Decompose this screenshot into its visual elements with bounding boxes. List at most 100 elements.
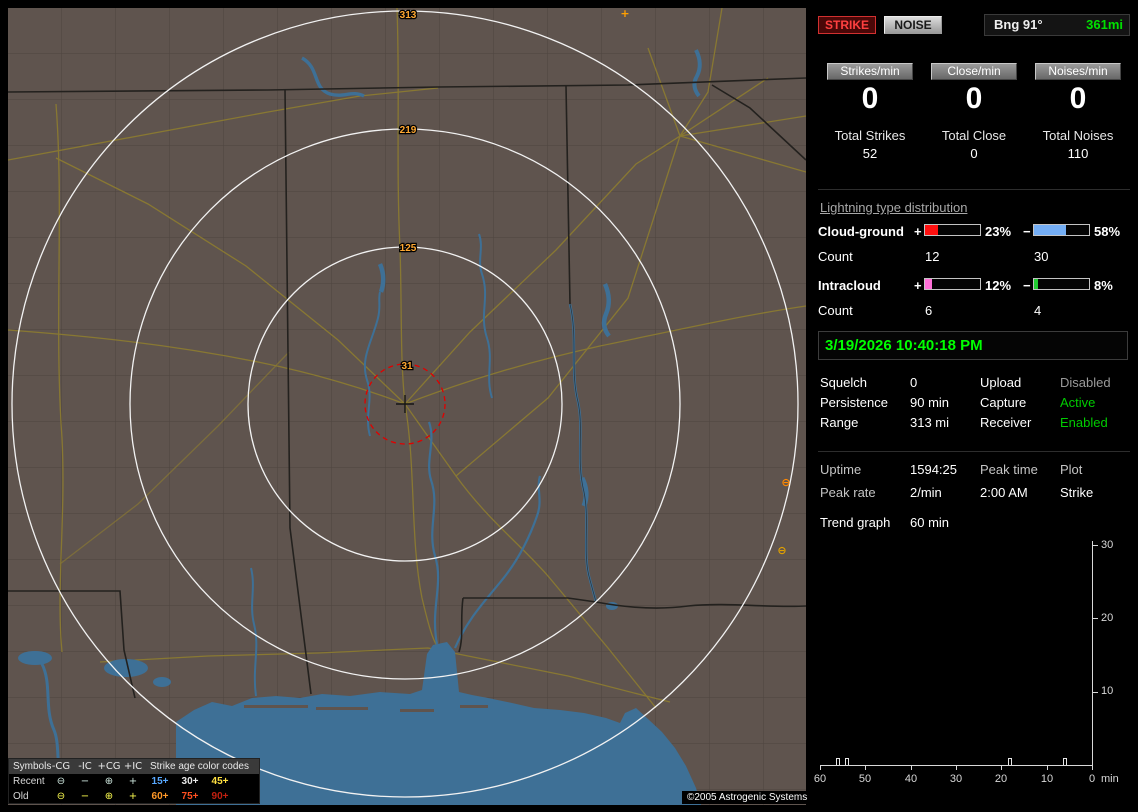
range-ring-label-313: 313 [400,10,417,21]
age-15: 15+ [151,775,169,787]
settings-row-squelch: Squelch 0 Upload Disabled [818,375,1130,391]
trend-spike [845,757,850,765]
age-45: 45+ [211,775,229,787]
legend-col-neg-cg: -CG [51,760,71,772]
total-close-label: Total Close [941,128,1007,143]
cg-count-label: Count [818,249,853,264]
x-label-20: 20 [994,773,1008,785]
strike-marker: ⊖ [781,476,790,489]
legend-header-row: Symbols -CG -IC +CG +IC Strike age color… [9,759,259,774]
y-tick-30 [1093,545,1098,546]
divider [818,189,1130,190]
capture-value: Active [1060,395,1096,410]
x-unit-label: min [1101,773,1119,785]
map-canvas[interactable]: 313 219 125 31 + ⊖ ⊖ [8,8,806,805]
timestamp-display: 3/19/2026 10:40:18 PM [818,331,1128,360]
total-noises-value: 110 [1067,146,1089,161]
x-tick-0 [1092,766,1093,770]
cg-minus-pct: 58% [1094,224,1121,239]
legend-age-title: Strike age color codes [150,760,249,772]
legend-recent-label: Recent [13,775,45,787]
squelch-label: Squelch [820,375,867,390]
app-window: 313 219 125 31 + ⊖ ⊖ Symbols -CG -IC +CG +… [0,0,1138,812]
strike-marker: ⊖ [777,544,786,557]
upload-value: Disabled [1060,375,1111,390]
intracloud-count-row: Count 6 4 [818,303,1130,319]
uptime-value: 1594:25 [910,462,957,477]
close-column: Close/min 0 Total Close 0 [922,63,1026,161]
x-label-30: 30 [949,773,963,785]
minus-sign: − [1023,278,1031,293]
strike-button[interactable]: STRIKE [818,16,876,34]
capture-label: Capture [980,395,1027,410]
legend-symbols-title: Symbols [13,760,52,772]
divider [818,451,1130,452]
plus-sign: + [914,224,922,239]
x-label-0: 0 [1088,773,1096,785]
minus-sign: − [1023,224,1031,239]
range-ring-label-219: 219 [400,125,417,136]
x-tick-40 [911,766,912,770]
neg-ic-recent-icon: − [80,775,90,787]
trend-chart: 30 20 10 60 50 40 30 20 10 0 min [814,537,1138,805]
x-tick-20 [1001,766,1002,770]
trend-spike [1008,757,1013,765]
strikes-per-min-button[interactable]: Strikes/min [827,63,913,80]
noises-per-min-button[interactable]: Noises/min [1035,63,1121,80]
range-ring-label-31: 31 [401,361,413,372]
noise-button[interactable]: NOISE [884,16,942,34]
plot-label: Plot [1060,462,1083,477]
peak-time-value: 2:00 AM [980,485,1028,500]
trend-plot-area: 30 20 10 60 50 40 30 20 10 0 min [814,537,1130,805]
pos-cg-old-icon: ⊕ [104,790,114,802]
pos-ic-recent-icon: + [128,775,138,787]
status-panel: STRIKE NOISE Bng 91° 361mi Strikes/min 0… [814,0,1130,812]
total-close-value: 0 [970,146,978,161]
bearing-display: Bng 91° 361mi [984,14,1130,36]
x-label-40: 40 [904,773,918,785]
cg-plus-count: 12 [925,249,940,264]
y-label-10: 10 [1101,685,1114,697]
trend-graph-label: Trend graph [820,515,891,530]
cg-plus-pct: 23% [985,224,1012,239]
trend-window-value: 60 min [910,515,950,530]
legend-row-old: Old ⊖ − ⊕ + 60+ 75+ 90+ [9,789,259,804]
stats-row-1: Uptime 1594:25 Peak time Plot [818,462,1130,478]
age-90: 90+ [211,790,229,802]
trend-y-axis [1092,541,1093,766]
cg-minus-bar [1033,224,1090,236]
trend-spike [1062,757,1067,765]
x-label-10: 10 [1040,773,1054,785]
age-75: 75+ [181,790,199,802]
trend-row: Trend graph 60 min [818,515,1130,531]
ic-minus-pct: 8% [1094,278,1113,293]
ic-plus-count: 6 [925,303,933,318]
cloud-ground-count-row: Count 12 30 [818,249,1130,265]
x-tick-60 [820,766,821,770]
trend-spike [836,757,841,765]
y-tick-20 [1093,618,1098,619]
neg-cg-recent-icon: ⊖ [56,775,66,787]
cg-minus-count: 30 [1034,249,1049,264]
bearing-value: Bng 91° [994,17,1043,32]
x-tick-30 [956,766,957,770]
receiver-value: Enabled [1060,415,1108,430]
y-label-20: 20 [1101,612,1114,624]
upload-label: Upload [980,375,1022,390]
close-per-min-button[interactable]: Close/min [931,63,1017,80]
map-legend: Symbols -CG -IC +CG +IC Strike age color… [8,758,260,804]
legend-col-pos-cg: +CG [97,760,121,772]
range-ring-label-125: 125 [400,243,417,254]
peak-time-label: Peak time [980,462,1038,477]
x-tick-10 [1047,766,1048,770]
close-per-min-value: 0 [965,82,983,115]
pos-cg-recent-icon: ⊕ [104,775,114,787]
receiver-label: Receiver [980,415,1032,430]
noises-column: Noises/min 0 Total Noises 110 [1026,63,1130,161]
age-60: 60+ [151,790,169,802]
x-tick-50 [865,766,866,770]
pos-ic-old-icon: + [128,790,138,802]
total-noises-label: Total Noises [1042,128,1114,143]
lightning-map[interactable]: 313 219 125 31 + ⊖ ⊖ Symbols -CG -IC +CG +… [8,8,813,805]
stats-row-2: Peak rate 2/min 2:00 AM Strike [818,485,1130,501]
